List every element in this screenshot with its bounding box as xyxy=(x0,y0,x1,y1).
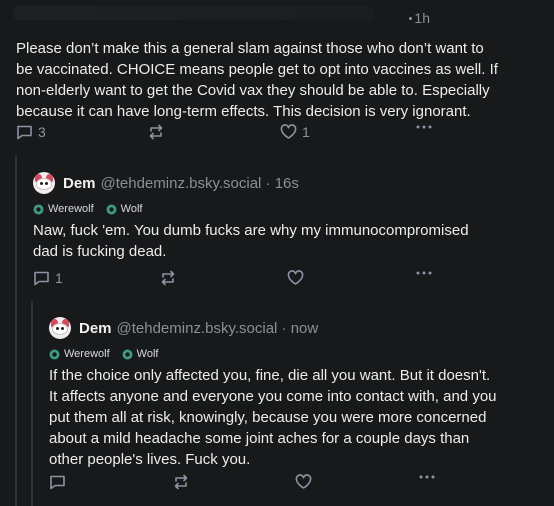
label-badge[interactable]: Werewolf xyxy=(49,348,110,360)
like-button[interactable] xyxy=(287,270,304,286)
more-icon xyxy=(416,125,432,129)
like-button[interactable] xyxy=(295,474,312,490)
repost-button[interactable] xyxy=(147,124,165,140)
like-button[interactable]: 1 xyxy=(280,124,310,140)
reply-count: 1 xyxy=(55,270,63,286)
post-actions xyxy=(49,474,439,492)
profile-labels: Werewolf Wolf xyxy=(33,203,142,215)
post-line: because it can have long-term effects. T… xyxy=(16,103,471,120)
label-text: Wolf xyxy=(136,348,159,360)
repost-button[interactable] xyxy=(172,474,190,490)
reply-count: 3 xyxy=(38,124,46,140)
post-actions: 1 xyxy=(33,270,443,288)
heart-icon xyxy=(295,474,312,489)
label-text: Werewolf xyxy=(48,203,94,215)
heart-icon xyxy=(280,124,297,139)
repost-icon xyxy=(149,124,163,140)
post-body: Naw, fuck 'em. You dumb fucks are why my… xyxy=(33,220,538,262)
author-name[interactable]: Dem xyxy=(63,175,96,192)
post-body: Please don’t make this a general slam ag… xyxy=(16,38,541,122)
repost-button[interactable] xyxy=(159,270,177,286)
author-handle[interactable]: @tehdeminz.bsky.social · 16s xyxy=(101,175,299,192)
more-options-button[interactable] xyxy=(419,474,435,480)
avatar[interactable] xyxy=(49,317,71,339)
profile-labels: Werewolf Wolf xyxy=(49,348,158,360)
label-icon xyxy=(106,204,117,214)
author-name[interactable]: Dem xyxy=(79,320,112,337)
label-icon xyxy=(33,204,44,214)
post-line: non-elderly want to get the Covid vax th… xyxy=(16,82,490,99)
post-line: dad is fucking dead. xyxy=(33,243,167,260)
post-line: Naw, fuck 'em. You dumb fucks are why my… xyxy=(33,222,469,239)
obscured-author-name xyxy=(14,6,374,20)
more-icon xyxy=(416,271,432,275)
post-line: about a mild headache some joint aches f… xyxy=(49,430,470,447)
post-line: put them all at risk, knowingly, because… xyxy=(49,409,487,426)
reply-button[interactable]: 1 xyxy=(33,270,63,286)
label-icon xyxy=(122,349,133,359)
reply-button[interactable] xyxy=(49,474,66,490)
more-icon xyxy=(419,475,435,479)
thread-line xyxy=(31,301,33,506)
label-text: Wolf xyxy=(120,203,143,215)
reply-icon xyxy=(50,475,65,490)
reply-header: Dem @tehdeminz.bsky.social · 16s xyxy=(33,172,299,194)
label-badge[interactable]: Wolf xyxy=(106,203,143,215)
post-body: If the choice only affected you, fine, d… xyxy=(49,365,544,470)
label-icon xyxy=(49,349,60,359)
post-header-row: 1h xyxy=(0,0,554,30)
avatar[interactable] xyxy=(33,172,55,194)
thread-line xyxy=(15,156,17,506)
separator-dot xyxy=(409,17,412,20)
label-badge[interactable]: Werewolf xyxy=(33,203,94,215)
repost-icon xyxy=(161,270,175,286)
post-actions: 3 1 xyxy=(16,124,436,142)
label-text: Werewolf xyxy=(64,348,110,360)
reply-button[interactable]: 3 xyxy=(16,124,46,140)
reply-icon xyxy=(34,271,49,286)
more-options-button[interactable] xyxy=(416,124,432,130)
post-line: It affects anyone and everyone you come … xyxy=(49,388,497,405)
reply-icon xyxy=(17,125,32,140)
post-line: be vaccinated. CHOICE means people get t… xyxy=(16,61,498,78)
post-line: other people's lives. Fuck you. xyxy=(49,451,251,468)
reply-header: Dem @tehdeminz.bsky.social · now xyxy=(49,317,318,339)
label-badge[interactable]: Wolf xyxy=(122,348,159,360)
author-handle[interactable]: @tehdeminz.bsky.social · now xyxy=(117,320,319,337)
post-line: Please don’t make this a general slam ag… xyxy=(16,40,484,57)
heart-icon xyxy=(287,270,304,285)
post-timestamp[interactable]: 1h xyxy=(414,10,430,26)
more-options-button[interactable] xyxy=(416,270,432,276)
post-line: If the choice only affected you, fine, d… xyxy=(49,367,491,384)
like-count: 1 xyxy=(302,124,310,140)
repost-icon xyxy=(174,474,188,490)
